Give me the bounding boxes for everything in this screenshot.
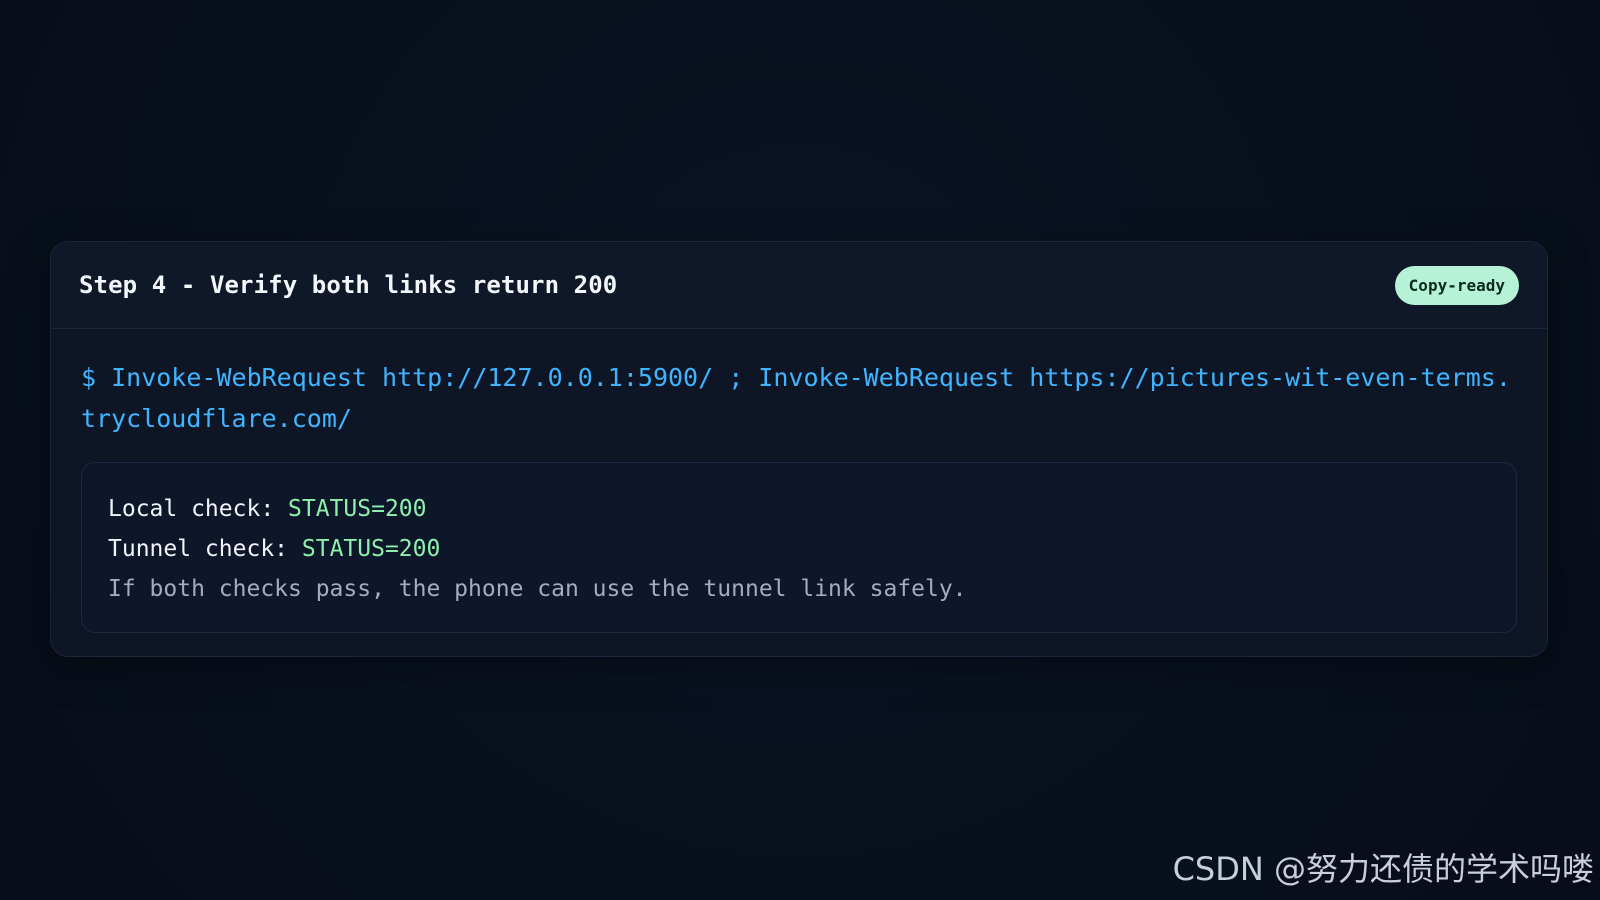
card-header: Step 4 - Verify both links return 200 Co…	[51, 242, 1547, 329]
tunnel-check-label: Tunnel check:	[108, 536, 302, 562]
local-check-status: STATUS=200	[288, 496, 427, 522]
tunnel-check-line: Tunnel check: STATUS=200	[108, 529, 1490, 569]
page: Step 4 - Verify both links return 200 Co…	[0, 0, 1600, 900]
result-note: If both checks pass, the phone can use t…	[108, 576, 967, 602]
tunnel-check-status: STATUS=200	[301, 536, 441, 562]
step-title: Step 4 - Verify both links return 200	[79, 271, 618, 299]
verification-card: Step 4 - Verify both links return 200 Co…	[50, 241, 1548, 657]
copy-ready-badge[interactable]: Copy-ready	[1394, 265, 1519, 305]
command-text[interactable]: $ Invoke-WebRequest http://127.0.0.1:590…	[81, 357, 1517, 439]
local-check-line: Local check: STATUS=200	[108, 489, 1490, 529]
local-check-label: Local check:	[108, 496, 289, 522]
card-body: $ Invoke-WebRequest http://127.0.0.1:590…	[51, 329, 1547, 656]
watermark-text: CSDN @努力还债的学术吗喽	[1172, 850, 1594, 888]
output-panel: Local check: STATUS=200 Tunnel check: ST…	[81, 462, 1517, 633]
